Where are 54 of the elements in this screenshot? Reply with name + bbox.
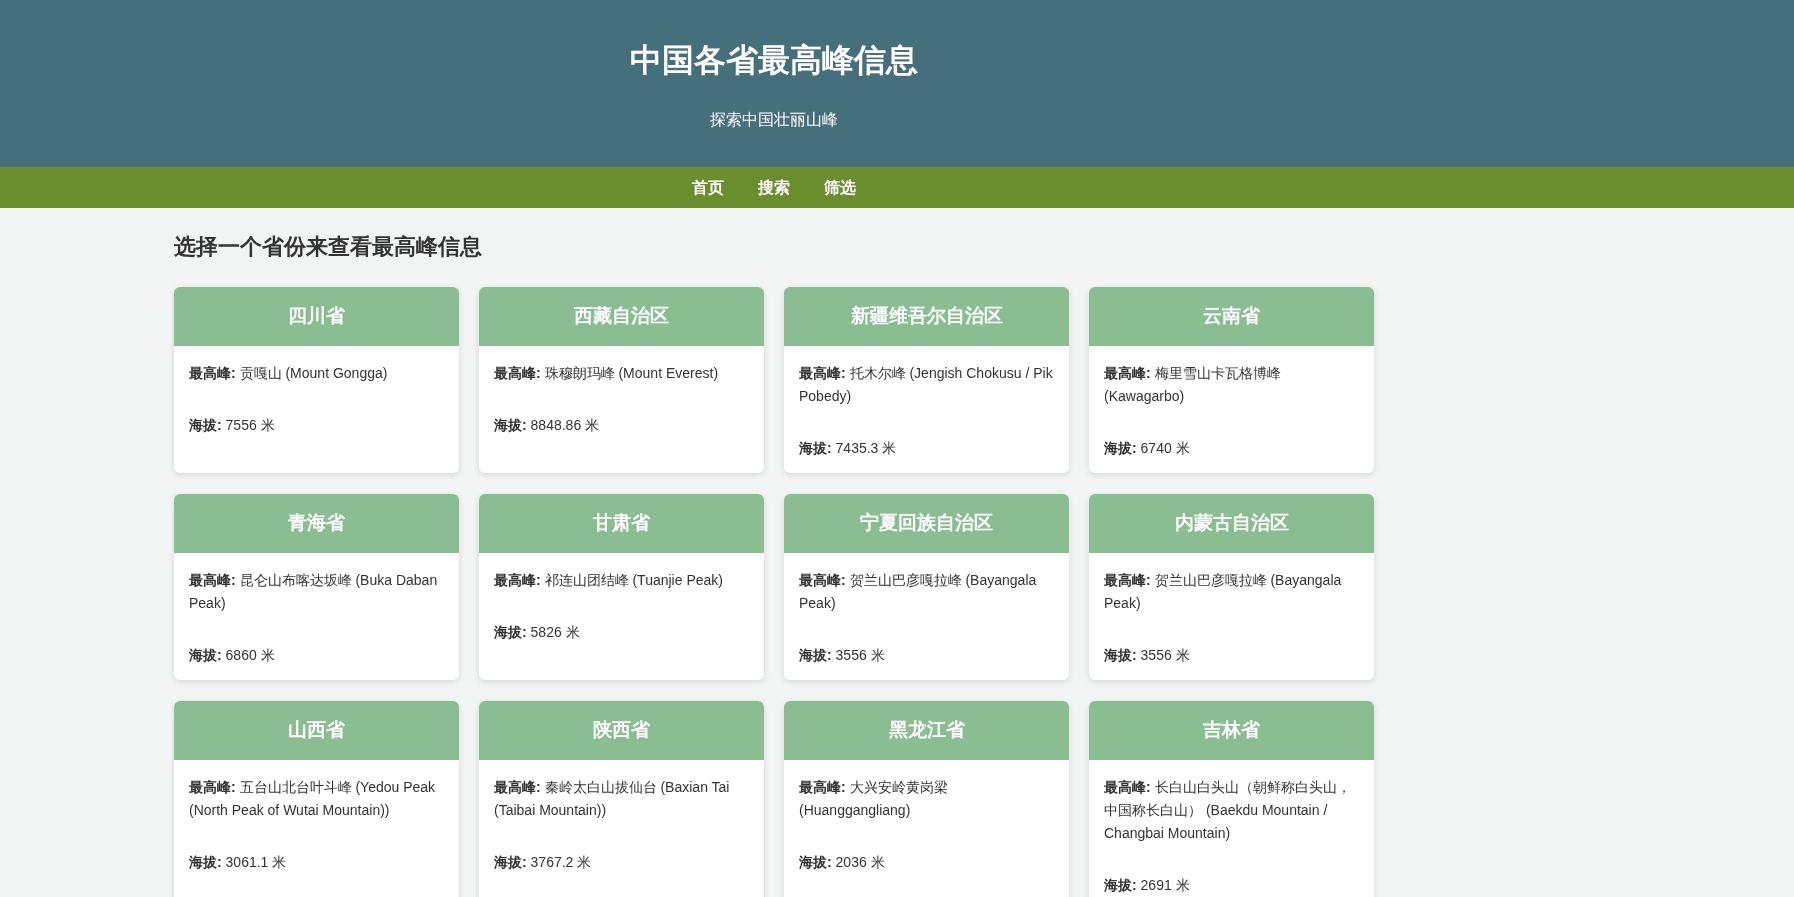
peak-text: 最高峰: 贺兰山巴彦嘎拉峰 (Bayangala Peak) bbox=[799, 571, 1038, 613]
province-card[interactable]: 四川省 最高峰: 贡嘎山 (Mount Gongga) 海拔: 7556 米 bbox=[174, 287, 459, 473]
nav-link[interactable]: 首页 bbox=[692, 175, 724, 200]
peak-text: 最高峰: 珠穆朗玛峰 (Mount Everest) bbox=[494, 364, 720, 383]
province-card[interactable]: 甘肃省 最高峰: 祁连山团结峰 (Tuanjie Peak) 海拔: 5826 米 bbox=[479, 494, 764, 680]
altitude-text: 海拔: 3767.2 米 bbox=[494, 853, 593, 872]
peak-text: 最高峰: 祁连山团结峰 (Tuanjie Peak) bbox=[494, 571, 724, 590]
peak-text: 最高峰: 昆仑山布喀达坂峰 (Buka Daban Peak) bbox=[189, 571, 439, 613]
peak-text: 最高峰: 托木尔峰 (Jengish Chokusu / Pik Pobedy) bbox=[799, 364, 1054, 406]
section-title: 选择一个省份来查看最高峰信息 bbox=[174, 233, 483, 261]
peak-text: 最高峰: 贺兰山巴彦嘎拉峰 (Bayangala Peak) bbox=[1104, 571, 1343, 613]
province-name: 四川省 bbox=[288, 304, 345, 329]
province-card[interactable]: 青海省 最高峰: 昆仑山布喀达坂峰 (Buka Daban Peak) 海拔: 6860 米 bbox=[174, 494, 459, 680]
nav-link[interactable]: 筛选 bbox=[824, 175, 856, 200]
province-name: 宁夏回族自治区 bbox=[860, 511, 993, 536]
page-title: 中国各省最高峰信息 bbox=[630, 41, 918, 80]
province-card[interactable]: 吉林省 最高峰: 长白山白头山（朝鲜称白头山，中国称长白山） (Baekdu Mountain / Changbai Mountain) 海拔: 2691 米 bbox=[1089, 701, 1374, 897]
province-name: 吉林省 bbox=[1203, 718, 1260, 743]
province-name: 新疆维吾尔自治区 bbox=[850, 304, 1003, 329]
altitude-text: 海拔: 7556 米 bbox=[189, 416, 276, 435]
province-card[interactable]: 黑龙江省 最高峰: 大兴安岭黄岗梁 (Huanggangliang) 海拔: 2036 米 bbox=[784, 701, 1069, 897]
altitude-text: 海拔: 3556 米 bbox=[1104, 646, 1191, 665]
province-name: 山西省 bbox=[288, 718, 345, 743]
province-name: 云南省 bbox=[1203, 304, 1260, 329]
altitude-text: 海拔: 3061.1 米 bbox=[189, 853, 288, 872]
province-name: 青海省 bbox=[288, 511, 345, 536]
province-card[interactable]: 云南省 最高峰: 梅里雪山卡瓦格博峰 (Kawagarbo) 海拔: 6740 米 bbox=[1089, 287, 1374, 473]
province-name: 陕西省 bbox=[593, 718, 650, 743]
page-subtitle: 探索中国壮丽山峰 bbox=[710, 110, 838, 130]
peak-text: 最高峰: 秦岭太白山拔仙台 (Baxian Tai (Taibai Mountain)) bbox=[494, 778, 731, 820]
altitude-text: 海拔: 7435.3 米 bbox=[799, 439, 898, 458]
altitude-text: 海拔: 5826 米 bbox=[494, 623, 581, 642]
province-card[interactable]: 山西省 最高峰: 五台山北台叶斗峰 (Yedou Peak (North Peak of Wutai Mountain)) 海拔: 3061.1 米 bbox=[174, 701, 459, 897]
province-card[interactable]: 新疆维吾尔自治区 最高峰: 托木尔峰 (Jengish Chokusu / Pik Pobedy) 海拔: 7435.3 米 bbox=[784, 287, 1069, 473]
altitude-text: 海拔: 8848.86 米 bbox=[494, 416, 601, 435]
province-card[interactable]: 内蒙古自治区 最高峰: 贺兰山巴彦嘎拉峰 (Bayangala Peak) 海拔: 3556 米 bbox=[1089, 494, 1374, 680]
peak-text: 最高峰: 梅里雪山卡瓦格博峰 (Kawagarbo) bbox=[1104, 364, 1282, 406]
peak-text: 最高峰: 大兴安岭黄岗梁 (Huanggangliang) bbox=[799, 778, 949, 820]
peak-text: 最高峰: 五台山北台叶斗峰 (Yedou Peak (North Peak of Wutai Mountain)) bbox=[189, 778, 437, 820]
nav-link[interactable]: 搜索 bbox=[758, 175, 790, 200]
altitude-text: 海拔: 6860 米 bbox=[189, 646, 276, 665]
province-card[interactable]: 陕西省 最高峰: 秦岭太白山拔仙台 (Baxian Tai (Taibai Mountain)) 海拔: 3767.2 米 bbox=[479, 701, 764, 897]
province-card[interactable]: 西藏自治区 最高峰: 珠穆朗玛峰 (Mount Everest) 海拔: 8848.86 米 bbox=[479, 287, 764, 473]
peak-text: 最高峰: 长白山白头山（朝鲜称白头山，中国称长白山） (Baekdu Mountain / Changbai Mountain) bbox=[1104, 778, 1352, 843]
altitude-text: 海拔: 2691 米 bbox=[1104, 876, 1191, 895]
province-name: 西藏自治区 bbox=[574, 304, 669, 329]
province-name: 黑龙江省 bbox=[888, 718, 965, 743]
province-name: 内蒙古自治区 bbox=[1174, 511, 1289, 536]
peak-text: 最高峰: 贡嘎山 (Mount Gongga) bbox=[189, 364, 389, 383]
province-name: 甘肃省 bbox=[593, 511, 650, 536]
province-card[interactable]: 宁夏回族自治区 最高峰: 贺兰山巴彦嘎拉峰 (Bayangala Peak) 海拔: 3556 米 bbox=[784, 494, 1069, 680]
altitude-text: 海拔: 3556 米 bbox=[799, 646, 886, 665]
altitude-text: 海拔: 6740 米 bbox=[1104, 439, 1191, 458]
altitude-text: 海拔: 2036 米 bbox=[799, 853, 886, 872]
